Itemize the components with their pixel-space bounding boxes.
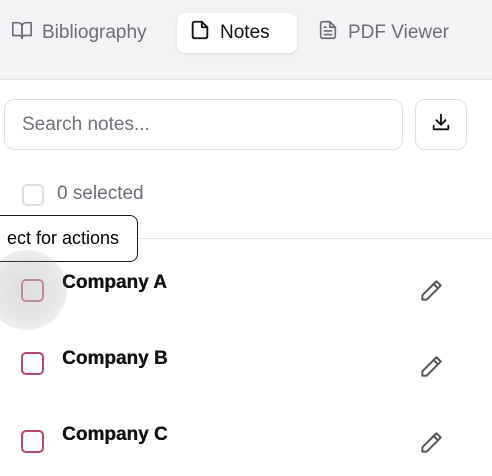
pencil-icon	[418, 356, 444, 384]
download-icon	[430, 111, 452, 138]
download-button[interactable]	[415, 99, 467, 150]
tab-notes[interactable]: Notes	[177, 13, 297, 53]
list-item[interactable]: Company A	[0, 262, 492, 332]
list-item[interactable]: Company B	[0, 338, 492, 408]
tab-label: Notes	[220, 22, 270, 43]
tab-pdf-viewer[interactable]: PDF Viewer	[305, 13, 461, 53]
tab-bar: Bibliography Notes PDF Viewer	[0, 0, 492, 80]
divider	[138, 238, 492, 239]
document-icon	[317, 19, 339, 47]
selected-count: 0 selected	[57, 183, 144, 204]
note-title: Company A	[62, 272, 167, 293]
note-title: Company B	[62, 348, 168, 369]
list-item[interactable]: Company C	[0, 414, 492, 476]
tab-label: Bibliography	[42, 22, 147, 43]
search-input[interactable]	[4, 99, 403, 150]
note-checkbox[interactable]	[21, 352, 44, 375]
select-all-checkbox[interactable]	[22, 184, 44, 206]
tab-bibliography[interactable]: Bibliography	[0, 13, 159, 53]
note-checkbox[interactable]	[21, 430, 44, 453]
book-icon	[11, 19, 33, 47]
pencil-icon	[418, 280, 444, 308]
note-icon	[189, 19, 211, 47]
edit-button[interactable]	[418, 278, 444, 304]
tooltip-text: ect for actions	[6, 228, 119, 248]
note-title: Company C	[62, 424, 168, 445]
tooltip: ect for actions	[0, 215, 138, 262]
notes-panel: Bibliography Notes PDF Viewer Search not…	[0, 0, 492, 476]
note-checkbox[interactable]	[21, 279, 44, 302]
tab-label: PDF Viewer	[348, 22, 450, 43]
edit-button[interactable]	[418, 354, 444, 380]
edit-button[interactable]	[418, 430, 444, 456]
pencil-icon	[418, 432, 444, 460]
